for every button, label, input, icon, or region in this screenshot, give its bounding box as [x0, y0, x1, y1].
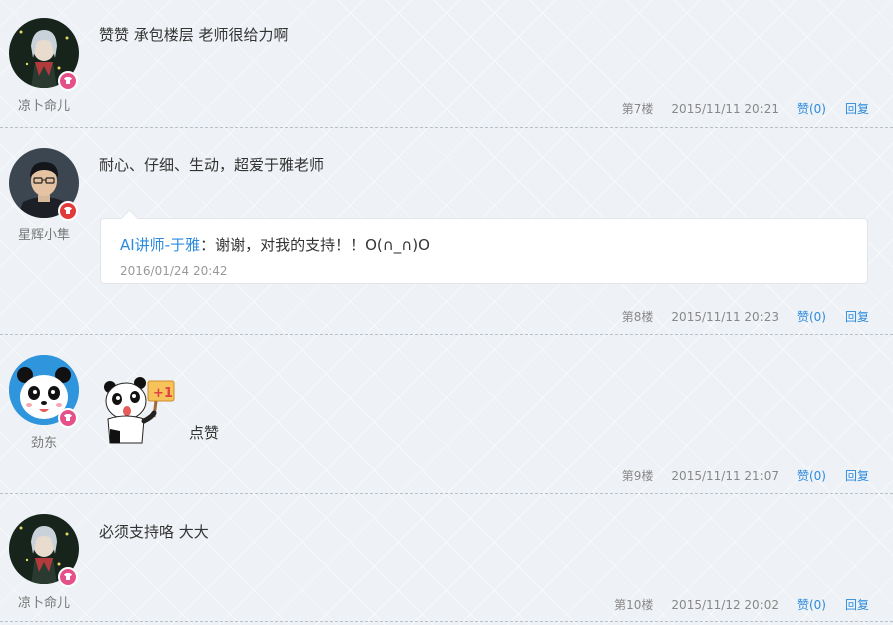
comment-floor-10: 凉卜命儿 必须支持咯 大大 第10楼 2015/11/12 20:02 赞(0)…	[0, 494, 893, 622]
username[interactable]: 凉卜命儿	[0, 592, 88, 611]
comment-floor-8: 星辉小隼 耐心、仔细、生动，超爱于雅老师 AI讲师-于雅：谢谢，对我的支持！！O…	[0, 128, 893, 335]
vip-badge-icon	[58, 201, 78, 221]
vip-badge-icon	[58, 408, 78, 428]
username[interactable]: 星辉小隼	[0, 224, 88, 243]
like-button[interactable]: 赞(0)	[797, 596, 826, 613]
username[interactable]: 凉卜命儿	[0, 95, 88, 114]
like-button[interactable]: 赞(0)	[797, 467, 826, 484]
comment-meta: 第10楼 2015/11/12 20:02 赞(0) 回复	[614, 596, 869, 613]
teacher-reply-time: 2016/01/24 20:42	[120, 264, 228, 278]
comment-floor-7: 凉卜命儿 赞赞 承包楼层 老师很给力啊 第7楼 2015/11/11 20:21…	[0, 0, 893, 128]
teacher-reply-text: ：谢谢，对我的支持！！O(∩_∩)O	[200, 236, 430, 254]
comment-text: 必须支持咯 大大	[99, 523, 209, 541]
comment-text: 点赞	[189, 424, 220, 442]
reply-button[interactable]: 回复	[845, 100, 869, 117]
reply-button[interactable]: 回复	[845, 467, 869, 484]
floor-number: 第8楼	[621, 310, 654, 324]
comment-meta: 第7楼 2015/11/11 20:21 赞(0) 回复	[622, 100, 869, 117]
panda-plus-one-sticker: +1	[100, 373, 180, 445]
teacher-name-link[interactable]: AI讲师-于雅	[120, 236, 200, 254]
like-button[interactable]: 赞(0)	[797, 308, 826, 325]
comment-text: 耐心、仔细、生动，超爱于雅老师	[99, 156, 325, 174]
reply-button[interactable]: 回复	[845, 596, 869, 613]
post-time: 2015/11/11 21:07	[671, 469, 779, 483]
teacher-reply-line: AI讲师-于雅：谢谢，对我的支持！！O(∩_∩)O	[120, 234, 430, 255]
like-button[interactable]: 赞(0)	[797, 100, 826, 117]
teacher-reply: AI讲师-于雅：谢谢，对我的支持！！O(∩_∩)O 2016/01/24 20:…	[100, 218, 868, 284]
vip-badge-icon	[58, 71, 78, 91]
comment-floor-9: 劲东 +1 点赞 第9楼 2015/11/11 21:07 赞(0) 回复	[0, 335, 893, 494]
reply-button[interactable]: 回复	[845, 308, 869, 325]
comment-meta: 第9楼 2015/11/11 21:07 赞(0) 回复	[622, 467, 869, 484]
post-time: 2015/11/12 20:02	[671, 598, 779, 612]
comment-meta: 第8楼 2015/11/11 20:23 赞(0) 回复	[622, 308, 869, 325]
username[interactable]: 劲东	[0, 432, 88, 451]
floor-number: 第10楼	[614, 598, 654, 612]
post-time: 2015/11/11 20:23	[671, 310, 779, 324]
comment-text: 赞赞 承包楼层 老师很给力啊	[99, 26, 289, 44]
vip-badge-icon	[58, 567, 78, 587]
post-time: 2015/11/11 20:21	[671, 102, 779, 116]
floor-number: 第9楼	[621, 469, 654, 483]
floor-number: 第7楼	[621, 102, 654, 116]
sticker-label: +1	[153, 386, 173, 401]
